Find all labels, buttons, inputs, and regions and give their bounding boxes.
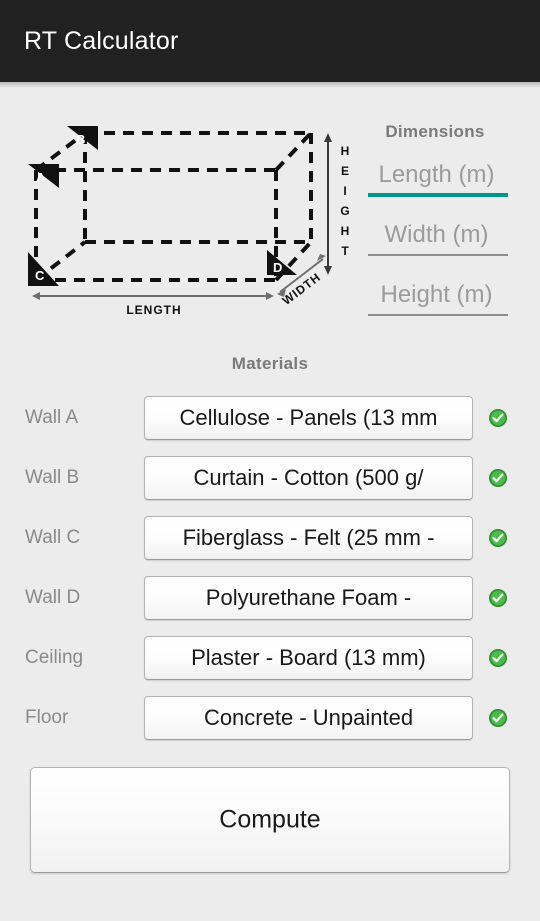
check-circle-icon: [488, 648, 508, 668]
svg-text:A: A: [36, 170, 46, 185]
width-input[interactable]: Width (m): [365, 202, 508, 262]
svg-text:G: G: [340, 204, 349, 218]
table-row: Wall A Cellulose - Panels (13 mm: [0, 388, 540, 448]
svg-text:T: T: [341, 244, 349, 258]
material-row-label-wall-b: Wall B: [25, 467, 80, 488]
svg-text:B: B: [76, 132, 85, 147]
svg-text:H: H: [341, 224, 350, 238]
material-spinner-wall-a[interactable]: Cellulose - Panels (13 mm: [144, 396, 473, 440]
svg-text:LENGTH: LENGTH: [126, 303, 181, 317]
material-spinner-ceiling[interactable]: Plaster - Board (13 mm): [144, 636, 473, 680]
materials-section: Materials Wall A Cellulose - Panels (13 …: [0, 354, 540, 748]
table-row: Floor Concrete - Unpainted: [0, 688, 540, 748]
material-spinner-wall-d[interactable]: Polyurethane Foam -: [144, 576, 473, 620]
materials-heading: Materials: [231, 354, 309, 373]
svg-text:C: C: [35, 268, 45, 283]
material-spinner-value-wall-d: Polyurethane Foam -: [205, 585, 412, 610]
length-input-underline: [368, 193, 508, 197]
svg-text:I: I: [343, 184, 346, 198]
table-row: Wall B Curtain - Cotton (500 g/: [0, 448, 540, 508]
height-input-placeholder: Height (m): [380, 281, 493, 308]
height-input[interactable]: Height (m): [365, 262, 508, 322]
check-circle-icon: [488, 408, 508, 428]
top-area: B A C D LENGTH WIDTH H E I G H T Dimensi…: [0, 82, 540, 347]
material-row-label-floor: Floor: [25, 707, 69, 728]
width-input-underline: [368, 254, 508, 256]
svg-text:D: D: [273, 260, 282, 275]
table-row: Wall C Fiberglass - Felt (25 mm -: [0, 508, 540, 568]
material-spinner-wall-b[interactable]: Curtain - Cotton (500 g/: [144, 456, 473, 500]
material-row-label-ceiling: Ceiling: [25, 647, 84, 668]
svg-text:E: E: [341, 164, 349, 178]
compute-button[interactable]: Compute: [30, 767, 510, 873]
content-area: B A C D LENGTH WIDTH H E I G H T Dimensi…: [0, 82, 540, 921]
dimensions-section: Dimensions Length (m) Width (m) Height (…: [360, 122, 510, 322]
material-spinner-value-ceiling: Plaster - Board (13 mm): [191, 645, 426, 670]
length-input[interactable]: Length (m): [365, 142, 508, 202]
width-input-placeholder: Width (m): [384, 221, 489, 248]
material-spinner-wall-c[interactable]: Fiberglass - Felt (25 mm -: [144, 516, 473, 560]
material-row-label-wall-d: Wall D: [25, 587, 81, 608]
compute-button-label: Compute: [219, 805, 321, 834]
material-row-label-wall-a: Wall A: [25, 407, 79, 428]
material-spinner-value-floor: Concrete - Unpainted: [203, 705, 414, 730]
material-spinner-value-wall-b: Curtain - Cotton (500 g/: [193, 465, 424, 490]
check-circle-icon: [488, 588, 508, 608]
check-circle-icon: [488, 708, 508, 728]
app-bar: RT Calculator: [0, 0, 540, 82]
room-box-diagram: B A C D LENGTH WIDTH H E I G H T: [14, 120, 359, 325]
material-spinner-value-wall-c: Fiberglass - Felt (25 mm -: [182, 525, 435, 550]
table-row: Wall D Polyurethane Foam -: [0, 568, 540, 628]
material-spinner-value-wall-a: Cellulose - Panels (13 mm: [179, 405, 438, 430]
height-input-underline: [368, 314, 508, 316]
dimensions-heading: Dimensions: [385, 122, 485, 141]
check-circle-icon: [488, 468, 508, 488]
length-input-placeholder: Length (m): [378, 161, 495, 188]
app-title: RT Calculator: [24, 27, 179, 55]
table-row: Ceiling Plaster - Board (13 mm): [0, 628, 540, 688]
svg-text:H: H: [341, 144, 350, 158]
material-row-label-wall-c: Wall C: [25, 527, 81, 548]
material-spinner-floor[interactable]: Concrete - Unpainted: [144, 696, 473, 740]
check-circle-icon: [488, 528, 508, 548]
